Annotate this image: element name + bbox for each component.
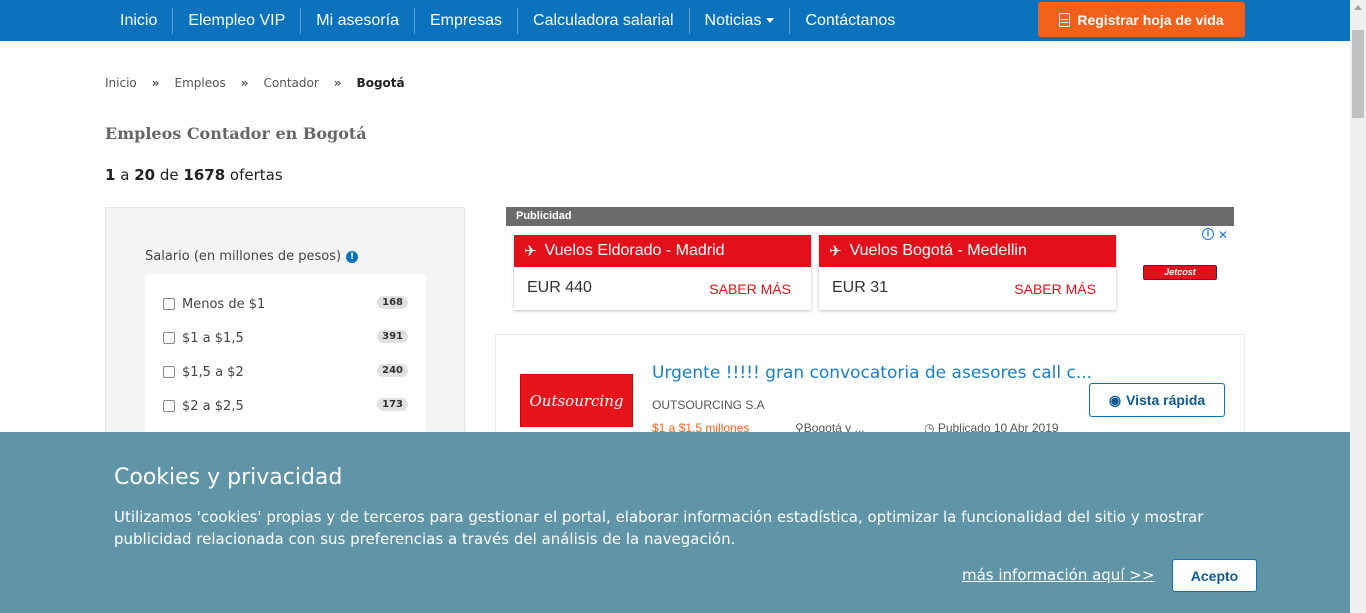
breadcrumb-contador[interactable]: Contador: [264, 76, 319, 90]
nav-empresas[interactable]: Empresas: [414, 7, 517, 34]
ad-card[interactable]: ✈ Vuelos Eldorado - Madrid EUR 440 SABER…: [514, 235, 811, 310]
ad-card-cta[interactable]: SABER MÁS: [709, 281, 791, 297]
nav-calculadora-salarial[interactable]: Calculadora salarial: [517, 7, 689, 34]
caret-down-icon: [766, 17, 775, 23]
ad-card-header: ✈ Vuelos Eldorado - Madrid: [514, 235, 811, 267]
job-company: OUTSOURCING S.A: [652, 398, 765, 412]
filter-option[interactable]: $2 a $2,5 173: [163, 396, 408, 416]
scroll-up-arrow-icon[interactable]: [1354, 5, 1362, 10]
filter-option-label: $2 a $2,5: [182, 398, 244, 414]
breadcrumb-separator: »: [240, 76, 249, 90]
ad-card-price: EUR 440: [527, 279, 592, 296]
filter-count-badge: 391: [377, 330, 408, 343]
filter-count-badge: 173: [377, 398, 408, 411]
company-logo[interactable]: Outsourcing: [520, 374, 633, 427]
filter-option-label: Menos de $1: [182, 296, 266, 312]
nav-noticias-label: Noticias: [704, 11, 762, 29]
register-cv-button[interactable]: Registrar hoja de vida: [1038, 2, 1245, 37]
quick-view-button[interactable]: ◉ Vista rápida: [1089, 383, 1225, 417]
cookie-banner: Cookies y privacidad Utilizamos 'cookies…: [0, 432, 1350, 613]
filter-option[interactable]: $1 a $1,5 391: [163, 328, 408, 348]
breadcrumb-current: Bogotá: [356, 76, 405, 90]
filter-checkbox[interactable]: [163, 366, 175, 378]
jetcost-logo[interactable]: Jetcost: [1143, 265, 1217, 280]
salary-filter-title: Salario (en millones de pesos) !: [145, 249, 359, 264]
salary-filter-panel: Salario (en millones de pesos) ! Menos d…: [105, 207, 465, 444]
filter-option-label: $1 a $1,5: [182, 330, 244, 346]
eye-icon: ◉: [1108, 391, 1122, 408]
breadcrumb-separator: »: [333, 76, 342, 90]
results-from: 1: [105, 166, 116, 184]
results-a: a: [120, 166, 130, 184]
breadcrumb-empleos[interactable]: Empleos: [175, 76, 226, 90]
main-menu: Inicio Elempleo VIP Mi asesoría Empresas…: [105, 0, 910, 41]
scrollbar-thumb[interactable]: [1352, 30, 1364, 118]
nav-elempleo-vip[interactable]: Elempleo VIP: [172, 7, 300, 34]
adchoices[interactable]: i ✕: [1202, 228, 1228, 242]
ad-card-cta[interactable]: SABER MÁS: [1014, 281, 1096, 297]
job-card[interactable]: Outsourcing Urgente !!!!! gran convocato…: [495, 334, 1245, 444]
info-icon[interactable]: !: [346, 250, 359, 263]
results-count: 1 a 20 de 1678 ofertas: [105, 166, 283, 184]
ad-close-icon[interactable]: ✕: [1218, 228, 1228, 242]
ad-header: Publicidad: [506, 207, 1234, 226]
job-title-link[interactable]: Urgente !!!!! gran convocatoria de aseso…: [652, 363, 1092, 383]
register-cv-label: Registrar hoja de vida: [1077, 11, 1224, 28]
cookie-title: Cookies y privacidad: [114, 465, 343, 490]
breadcrumb-inicio[interactable]: Inicio: [105, 76, 137, 90]
plane-icon: ✈: [829, 243, 842, 260]
filter-option-label: $1,5 a $2: [182, 364, 244, 380]
document-icon: [1059, 12, 1071, 27]
salary-filter-list: Menos de $1 168 $1 a $1,5 391 $1,5 a $2 …: [145, 274, 426, 444]
salary-filter-label: Salario (en millones de pesos): [145, 249, 342, 264]
cookie-accept-button[interactable]: Acepto: [1172, 559, 1257, 592]
results-de: de: [159, 166, 179, 184]
filter-option[interactable]: Menos de $1 168: [163, 294, 408, 314]
filter-option[interactable]: $1,5 a $2 240: [163, 362, 408, 382]
quick-view-label: Vista rápida: [1126, 392, 1206, 408]
ad-card-header: ✈ Vuelos Bogotá - Medellin: [819, 235, 1116, 267]
nav-mi-asesoria[interactable]: Mi asesoría: [300, 7, 414, 34]
adchoices-info-icon[interactable]: i: [1202, 228, 1214, 240]
filter-checkbox[interactable]: [163, 298, 175, 310]
ad-card[interactable]: ✈ Vuelos Bogotá - Medellin EUR 31 SABER …: [819, 235, 1116, 310]
filter-checkbox[interactable]: [163, 332, 175, 344]
plane-icon: ✈: [524, 243, 537, 260]
nav-contactanos[interactable]: Contáctanos: [789, 7, 910, 34]
cookie-more-info-link[interactable]: más información aquí >>: [962, 566, 1154, 584]
filter-checkbox[interactable]: [163, 400, 175, 412]
ad-box: Publicidad i ✕ ✈ Vuelos Eldorado - Madri…: [506, 207, 1234, 317]
results-suffix: ofertas: [229, 166, 283, 184]
top-navbar: Inicio Elempleo VIP Mi asesoría Empresas…: [0, 0, 1350, 41]
nav-inicio[interactable]: Inicio: [105, 8, 172, 34]
ad-card-title: Vuelos Bogotá - Medellin: [849, 242, 1027, 259]
ad-card-price: EUR 31: [832, 279, 889, 296]
page-scrollbar[interactable]: [1350, 0, 1366, 613]
breadcrumb-separator: »: [151, 76, 160, 90]
ad-card-title: Vuelos Eldorado - Madrid: [544, 242, 725, 259]
cookie-text: Utilizamos 'cookies' propias y de tercer…: [114, 508, 1204, 548]
results-total: 1678: [183, 166, 226, 184]
page-title: Empleos Contador en Bogotá: [105, 124, 367, 143]
results-to: 20: [134, 166, 156, 184]
filter-count-badge: 168: [377, 296, 408, 309]
filter-count-badge: 240: [377, 364, 408, 377]
nav-noticias[interactable]: Noticias: [688, 7, 790, 34]
breadcrumb: Inicio » Empleos » Contador » Bogotá: [105, 76, 405, 90]
